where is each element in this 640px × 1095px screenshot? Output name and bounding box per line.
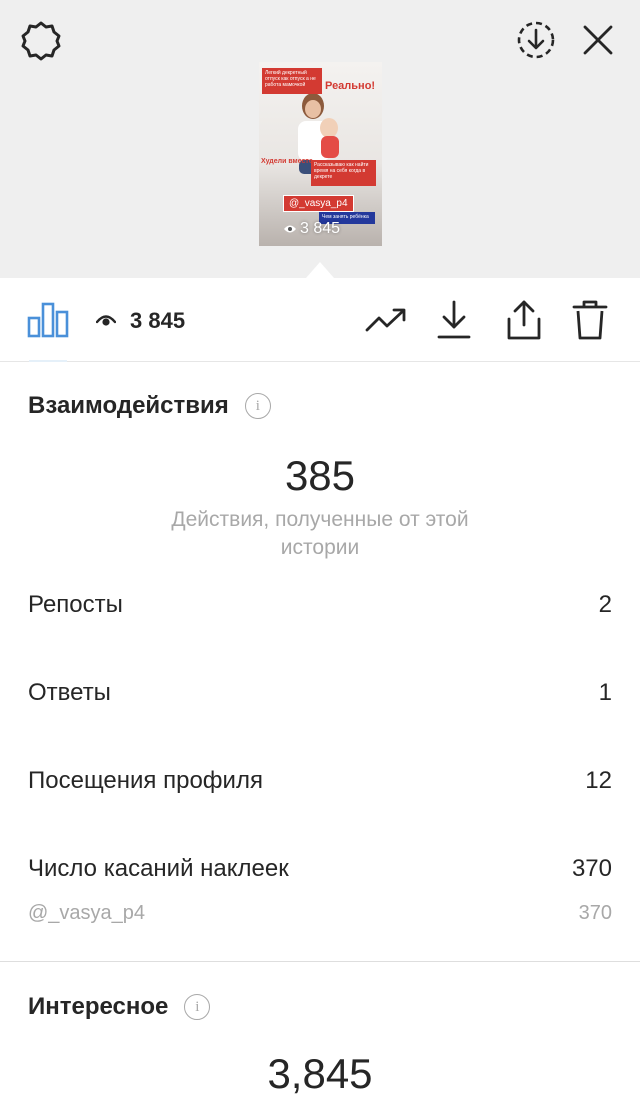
stat-row-profile-visits: Посещения профиля 12 — [28, 767, 612, 795]
trash-icon — [572, 300, 608, 340]
stat-row-sticker-taps: Число касаний наклеек 370 — [28, 855, 612, 883]
eye-icon — [284, 225, 296, 233]
stat-label: Число касаний наклеек — [28, 855, 289, 882]
stat-row-reposts: Репосты 2 — [28, 591, 612, 619]
story-toolbar: 3 845 — [0, 278, 640, 362]
delete-button[interactable] — [568, 298, 612, 342]
promote-button[interactable] — [364, 298, 408, 342]
sticker-handle: @_vasya_p4 — [28, 902, 146, 924]
interactions-total: 385 — [284, 452, 356, 499]
download-button[interactable] — [432, 298, 476, 342]
download-circle-icon — [517, 21, 555, 59]
story-thumbnail[interactable]: Легкий декретный отпуск как отпуск а не … — [259, 62, 382, 246]
settings-button[interactable] — [19, 19, 63, 63]
stat-row-replies: Ответы 1 — [28, 679, 612, 707]
share-button[interactable] — [502, 298, 546, 342]
download-icon — [437, 300, 471, 339]
interactions-title: Взаимодействия — [28, 392, 229, 419]
stat-value: 12 — [585, 767, 612, 794]
selection-pointer — [306, 262, 334, 278]
story-accent-word: Реально! — [325, 80, 376, 92]
view-count: 3 845 — [96, 308, 185, 334]
discovery-heading: Интересное i — [28, 993, 211, 1021]
story-views: 3 845 — [283, 220, 340, 238]
stat-label: Посещения профиля — [28, 767, 263, 794]
close-icon — [583, 25, 613, 55]
share-icon — [507, 300, 541, 340]
stat-value: 2 — [598, 591, 612, 618]
story-headline: Легкий декретный отпуск как отпуск а не … — [262, 68, 322, 94]
stat-value: 370 — [571, 855, 612, 882]
story-mention-sticker: @_vasya_p4 — [283, 195, 354, 212]
view-count-value: 3 845 — [130, 308, 186, 333]
info-icon[interactable]: i — [184, 994, 211, 1020]
story-views-count: 3 845 — [300, 220, 341, 237]
interactions-heading: Взаимодействия i — [28, 392, 271, 420]
save-story-button[interactable] — [514, 18, 558, 62]
trending-icon — [365, 308, 406, 332]
story-side-caption: Худели вместе — [261, 158, 313, 165]
stat-value: 1 — [598, 679, 612, 706]
gear-icon — [21, 21, 61, 61]
story-info-box: Рассказываю как найти время на себя когд… — [311, 160, 376, 186]
sticker-detail-row: @_vasya_p4 370 — [28, 902, 612, 925]
discovery-title: Интересное — [28, 993, 169, 1020]
sticker-value: 370 — [578, 902, 612, 924]
stat-label: Репосты — [28, 591, 123, 618]
close-button[interactable] — [576, 18, 620, 62]
eye-icon — [96, 315, 116, 326]
stat-label: Ответы — [28, 679, 111, 706]
info-icon[interactable]: i — [244, 393, 271, 419]
interactions-caption: Действия, полученные от этой истории — [171, 508, 469, 559]
bar-chart-icon — [27, 302, 69, 338]
section-divider — [0, 961, 640, 962]
discovery-total: 3,845 — [267, 1050, 373, 1095]
story-preview-area: Легкий декретный отпуск как отпуск а не … — [0, 0, 640, 278]
insights-tab[interactable] — [26, 298, 70, 362]
